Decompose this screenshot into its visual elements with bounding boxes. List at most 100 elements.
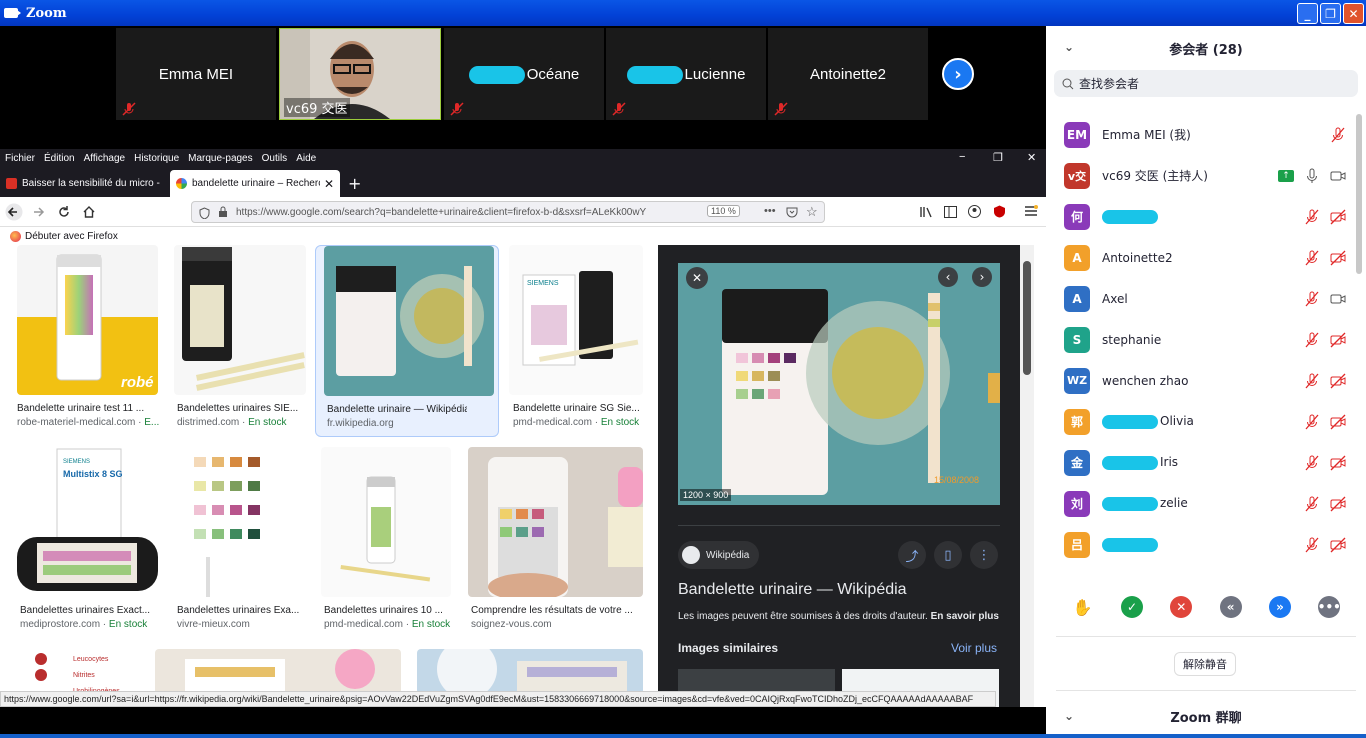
browser-close-button[interactable]: ✕	[1027, 151, 1036, 164]
menu-aide[interactable]: Aide	[296, 153, 316, 164]
next-page-arrow-icon[interactable]: ›	[942, 58, 974, 90]
video-off-icon[interactable]	[1330, 209, 1346, 225]
tab-close-icon[interactable]: ✕	[324, 177, 334, 191]
mic-muted-icon[interactable]	[1304, 373, 1320, 389]
menu-edition[interactable]: Édition	[44, 153, 75, 164]
page-actions-icon[interactable]: •••	[764, 205, 776, 217]
share-icon[interactable]: ⤴	[898, 541, 926, 569]
back-arrow-icon[interactable]	[3, 201, 25, 223]
go-slower-icon[interactable]: «	[1219, 596, 1242, 618]
menu-affichage[interactable]: Affichage	[84, 153, 126, 164]
menu-outils[interactable]: Outils	[262, 153, 288, 164]
collapse-chevron-icon[interactable]: ⌄	[1064, 709, 1074, 723]
menu-fichier[interactable]: Fichier	[5, 153, 35, 164]
see-more-link[interactable]: Voir plus	[951, 641, 997, 655]
new-tab-button[interactable]: +	[348, 174, 361, 193]
video-off-icon[interactable]	[1330, 496, 1346, 512]
participant-row[interactable]: 刘 zelie	[1046, 483, 1356, 524]
no-x-icon[interactable]: ✕	[1170, 596, 1193, 618]
home-icon[interactable]	[78, 201, 100, 223]
minimize-button[interactable]: _	[1297, 3, 1318, 24]
preview-title[interactable]: Bandelette urinaire — Wikipédia	[678, 581, 907, 599]
learn-more-link[interactable]: En savoir plus	[931, 611, 999, 622]
collapse-chevron-icon[interactable]: ⌄	[1064, 40, 1074, 54]
tab-bandelette-search[interactable]: bandelette urinaire – Recherch ✕	[170, 170, 340, 197]
video-off-icon[interactable]	[1330, 332, 1346, 348]
browser-minimize-button[interactable]: −	[959, 151, 965, 163]
account-icon[interactable]	[968, 205, 981, 218]
more-options-icon[interactable]: ⋮	[970, 541, 998, 569]
participant-row[interactable]: A Axel	[1046, 278, 1356, 319]
previous-image-icon[interactable]: ‹	[938, 267, 958, 287]
mic-muted-icon[interactable]	[1304, 496, 1320, 512]
participant-list-scrollbar[interactable]	[1356, 114, 1362, 274]
more-feedback-icon[interactable]: •••	[1318, 596, 1341, 618]
unmute-all-button[interactable]: 解除静音	[1174, 652, 1236, 676]
mic-muted-icon[interactable]	[1304, 291, 1320, 307]
mic-muted-icon[interactable]	[1304, 332, 1320, 348]
page-scrollbar[interactable]	[1020, 245, 1034, 707]
reload-icon[interactable]	[53, 201, 75, 223]
result-card-selected[interactable]: Bandelette urinaire — Wikipédia fr.wikip…	[315, 245, 499, 437]
participant-row[interactable]: 何	[1046, 196, 1356, 237]
bookmark-star-icon[interactable]: ☆	[806, 204, 818, 220]
video-off-icon[interactable]	[1330, 373, 1346, 389]
video-tile-lucienne[interactable]: Lucienne	[606, 28, 766, 120]
mic-muted-icon[interactable]	[1304, 455, 1320, 471]
tile-name: vc69 交医	[284, 98, 350, 117]
window-title: Zoom	[26, 5, 67, 21]
browser-maximize-button[interactable]: ❐	[993, 151, 1003, 164]
video-off-icon[interactable]	[1330, 537, 1346, 553]
participant-row[interactable]: EM Emma MEI (我)	[1046, 114, 1356, 155]
yes-check-icon[interactable]: ✓	[1120, 596, 1143, 618]
close-button[interactable]: ✕	[1343, 3, 1364, 24]
close-preview-icon[interactable]: ✕	[686, 267, 708, 289]
forward-arrow-icon[interactable]	[28, 201, 50, 223]
menu-historique[interactable]: Historique	[134, 153, 179, 164]
save-bookmark-icon[interactable]: ▯	[934, 541, 962, 569]
participant-row[interactable]: S stephanie	[1046, 319, 1356, 360]
video-camera-icon[interactable]	[1330, 291, 1346, 307]
mic-muted-icon[interactable]	[1304, 250, 1320, 266]
go-faster-icon[interactable]: »	[1268, 596, 1291, 618]
participant-row[interactable]: WZ wenchen zhao	[1046, 360, 1356, 401]
tab-micro-sensitivity[interactable]: Baisser la sensibilité du micro -	[0, 170, 170, 197]
participant-row[interactable]: A Antoinette2	[1046, 237, 1356, 278]
next-image-icon[interactable]: ›	[972, 267, 992, 287]
maximize-button[interactable]: ❐	[1320, 3, 1341, 24]
video-off-icon[interactable]	[1330, 414, 1346, 430]
hamburger-menu-icon[interactable]	[1024, 205, 1038, 217]
mic-muted-icon[interactable]	[1304, 537, 1320, 553]
image-date-stamp: 15/08/2008	[934, 475, 979, 485]
sidebar-toggle-icon[interactable]	[944, 206, 957, 218]
video-off-icon[interactable]	[1330, 455, 1346, 471]
source-chip[interactable]: Wikipédia	[678, 541, 760, 569]
participant-row[interactable]: 吕	[1046, 524, 1356, 565]
video-tile-host[interactable]: vc69 交医	[279, 28, 441, 120]
google-images-results: robé Bandelette urinaire test 11 ... rob…	[0, 245, 1046, 707]
raise-hand-icon[interactable]: ✋	[1072, 596, 1094, 618]
video-camera-icon[interactable]	[1330, 168, 1346, 184]
video-tile-antoinette[interactable]: Antoinette2	[768, 28, 928, 120]
mic-icon[interactable]	[1304, 168, 1320, 184]
ublock-icon[interactable]	[993, 205, 1006, 218]
participants-header: 参会者 (28)	[1169, 42, 1243, 58]
chat-section-header[interactable]: ⌄ Zoom 群聊	[1046, 702, 1366, 730]
participant-row[interactable]: v交 vc69 交医 (主持人) ↑	[1046, 155, 1356, 196]
mic-muted-icon[interactable]	[1304, 414, 1320, 430]
preview-image[interactable]: 15/08/2008	[678, 263, 1000, 505]
video-tile-oceane[interactable]: Océane	[444, 28, 604, 120]
bookmark-debuter-firefox[interactable]: Débuter avec Firefox	[25, 231, 118, 242]
mic-muted-icon[interactable]	[1330, 127, 1346, 143]
mic-muted-icon[interactable]	[1304, 209, 1320, 225]
participant-search-input[interactable]: 查找参会者	[1054, 70, 1358, 97]
participant-row[interactable]: 金 Iris	[1046, 442, 1356, 483]
library-icon[interactable]	[920, 206, 934, 218]
video-off-icon[interactable]	[1330, 250, 1346, 266]
menu-marque-pages[interactable]: Marque-pages	[188, 153, 252, 164]
participant-row[interactable]: 郭 Olivia	[1046, 401, 1356, 442]
address-bar[interactable]: https://www.google.com/search?q=bandelet…	[191, 201, 825, 223]
video-tile-emma[interactable]: Emma MEI	[116, 28, 276, 120]
zoom-level-badge[interactable]: 110 %	[707, 205, 740, 217]
pocket-icon[interactable]	[786, 207, 798, 218]
